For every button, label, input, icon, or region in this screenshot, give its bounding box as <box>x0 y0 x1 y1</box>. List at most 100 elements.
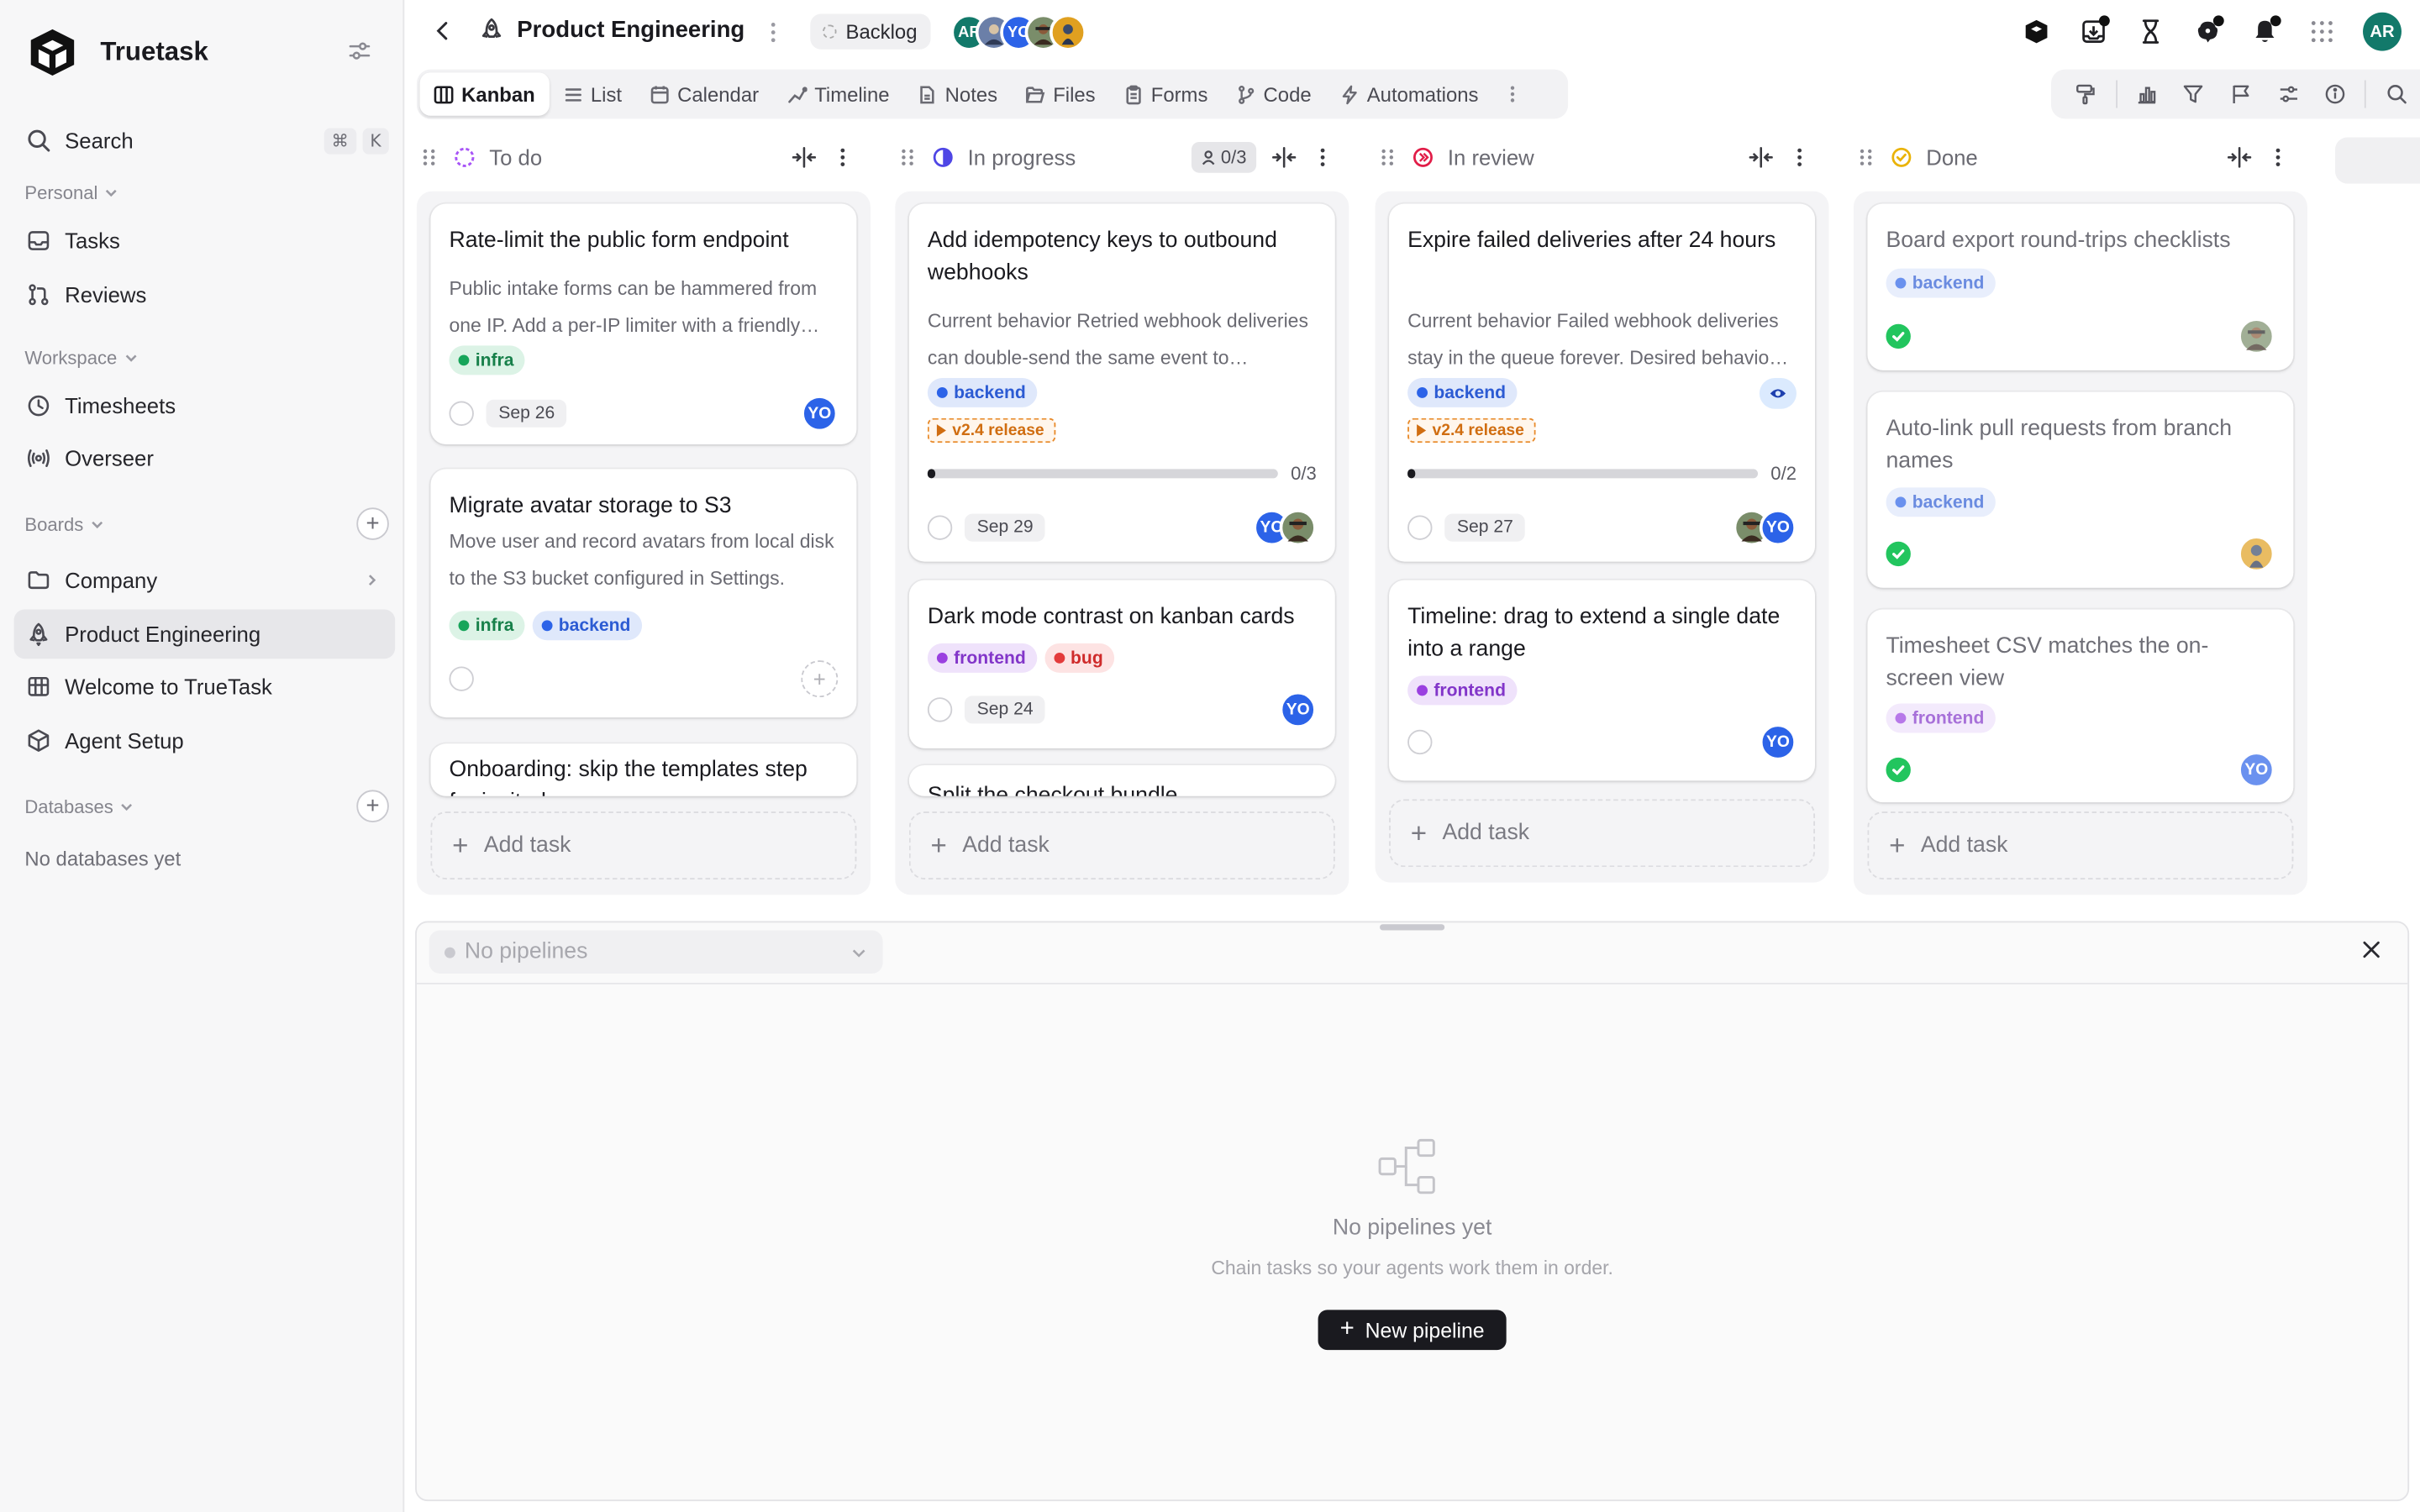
notifications-button[interactable] <box>2236 13 2293 50</box>
sidebar-item-tasks[interactable]: Tasks <box>14 216 396 265</box>
assistant-button[interactable] <box>2179 13 2236 50</box>
chevron-right-icon[interactable] <box>364 572 379 587</box>
view-settings-button[interactable] <box>2265 76 2312 113</box>
tag-frontend[interactable]: frontend <box>1886 703 1996 733</box>
sidebar-item-company[interactable]: Company <box>14 555 396 605</box>
assignee-avatar[interactable]: YO <box>2238 751 2275 789</box>
complete-checkbox[interactable] <box>449 401 474 426</box>
section-databases[interactable]: Databases <box>24 796 134 817</box>
new-pipeline-button[interactable]: + New pipeline <box>1318 1310 1507 1351</box>
section-personal[interactable]: Personal <box>24 182 119 203</box>
complete-checkbox[interactable] <box>449 666 474 691</box>
sidebar-search[interactable]: Search ⌘ K <box>14 116 396 165</box>
wip-limit-badge[interactable]: 0/3 <box>1191 141 1256 173</box>
info-button[interactable] <box>2312 76 2359 113</box>
task-card[interactable]: Add idempotency keys to outbound webhook… <box>908 203 1335 562</box>
due-date[interactable]: Sep 26 <box>486 399 567 428</box>
tag-infra[interactable]: infra <box>449 345 525 375</box>
tag-bug[interactable]: bug <box>1044 643 1114 673</box>
add-column-placeholder[interactable] <box>2334 137 2420 184</box>
tab-automations[interactable]: Automations <box>1325 72 1492 115</box>
more-vertical-icon[interactable] <box>2267 146 2289 168</box>
task-card[interactable]: Onboarding: skip the templates step for … <box>430 743 857 796</box>
tab-list[interactable]: List <box>549 72 635 115</box>
sliders-icon[interactable] <box>345 37 373 65</box>
complete-checkbox[interactable] <box>927 697 953 722</box>
tag-backend[interactable]: backend <box>1407 378 1517 407</box>
more-vertical-icon[interactable] <box>1502 83 1523 105</box>
section-workspace[interactable]: Workspace <box>24 347 139 369</box>
task-card[interactable]: Split the checkout bundle <box>908 765 1335 796</box>
add-task-button[interactable]: + Add task <box>430 811 857 879</box>
tag-backend[interactable]: backend <box>927 378 1037 407</box>
brand[interactable]: Truetask <box>26 26 208 78</box>
assignee-avatar[interactable]: YO <box>1759 509 1797 547</box>
panel-resize-handle[interactable] <box>1380 924 1445 931</box>
completed-checkbox[interactable] <box>1886 541 1911 567</box>
section-boards[interactable]: Boards <box>24 514 105 535</box>
complete-checkbox[interactable] <box>1407 729 1433 755</box>
back-arrow-icon[interactable] <box>429 17 457 45</box>
complete-checkbox[interactable] <box>1407 515 1433 540</box>
tab-calendar[interactable]: Calendar <box>636 72 773 115</box>
tab-kanban[interactable]: Kanban <box>419 72 550 116</box>
drag-handle-icon[interactable] <box>1857 146 1876 168</box>
close-icon[interactable] <box>2361 940 2381 960</box>
more-vertical-icon[interactable] <box>762 18 784 46</box>
tag-backend[interactable]: backend <box>532 611 642 641</box>
collapse-column-icon[interactable] <box>1271 146 1296 168</box>
release-milestone-badge[interactable]: v2.4 release <box>1407 417 1535 444</box>
sidebar-item-product-engineering[interactable]: Product Engineering <box>13 609 396 659</box>
sidebar-item-overseer[interactable]: Overseer <box>14 433 396 483</box>
tag-backend[interactable]: backend <box>1886 268 1996 298</box>
inbox-button[interactable] <box>2065 13 2123 50</box>
backlog-button[interactable]: Backlog <box>810 13 932 50</box>
due-date[interactable]: Sep 29 <box>964 513 1046 542</box>
presence-avatar-photo[interactable] <box>1049 13 1087 51</box>
tab-forms[interactable]: Forms <box>1109 72 1222 115</box>
watching-badge[interactable] <box>1759 378 1797 409</box>
assignee-avatar-photo[interactable] <box>2238 535 2275 573</box>
more-vertical-icon[interactable] <box>1789 146 1811 168</box>
agents-button[interactable] <box>2008 13 2065 50</box>
tab-files[interactable]: Files <box>1012 72 1110 115</box>
collapse-column-icon[interactable] <box>792 146 817 168</box>
tab-timeline[interactable]: Timeline <box>773 72 903 115</box>
complete-checkbox[interactable] <box>927 515 953 540</box>
tag-frontend[interactable]: frontend <box>1407 675 1517 706</box>
assignee-avatar-photo[interactable] <box>1279 509 1317 547</box>
due-date[interactable]: Sep 24 <box>964 696 1046 724</box>
drag-handle-icon[interactable] <box>420 146 439 168</box>
more-vertical-icon[interactable] <box>1312 146 1334 168</box>
add-task-button[interactable]: + Add task <box>1389 799 1816 868</box>
add-task-button[interactable]: + Add task <box>1867 811 2294 879</box>
timer-button[interactable] <box>2123 13 2180 50</box>
sidebar-item-timesheets[interactable]: Timesheets <box>14 381 396 431</box>
task-card[interactable]: Expire failed deliveries after 24 hours … <box>1389 203 1816 562</box>
tag-infra[interactable]: infra <box>449 611 525 641</box>
apps-button[interactable] <box>2293 13 2350 50</box>
completed-checkbox[interactable] <box>1886 323 1911 349</box>
tag-backend[interactable]: backend <box>1886 487 1996 517</box>
pipeline-select[interactable]: No pipelines <box>429 930 883 974</box>
sidebar-item-welcome-to-truetask[interactable]: Welcome to TrueTask <box>14 662 396 711</box>
sidebar-item-reviews[interactable]: Reviews <box>14 270 396 319</box>
add-board-button[interactable]: + <box>356 507 389 540</box>
tab-notes[interactable]: Notes <box>903 72 1012 115</box>
board-search-button[interactable] <box>2373 76 2420 113</box>
task-card[interactable]: Auto-link pull requests from branch name… <box>1867 391 2294 588</box>
sidebar-item-agent-setup[interactable]: Agent Setup <box>14 716 396 765</box>
add-database-button[interactable]: + <box>356 790 389 822</box>
add-assignee-icon[interactable]: + <box>801 660 839 698</box>
task-card[interactable]: Timeline: drag to extend a single date i… <box>1389 580 1816 781</box>
insights-button[interactable] <box>2123 76 2170 113</box>
task-card[interactable]: Dark mode contrast on kanban cards front… <box>908 580 1335 748</box>
priority-button[interactable] <box>2217 76 2265 113</box>
task-card[interactable]: Migrate avatar storage to S3 Move user a… <box>430 469 857 718</box>
more-vertical-icon[interactable] <box>832 146 854 168</box>
add-task-button[interactable]: + Add task <box>908 811 1335 879</box>
drag-handle-icon[interactable] <box>898 146 917 168</box>
task-card[interactable]: Board export round-trips checklists back… <box>1867 203 2294 370</box>
collapse-column-icon[interactable] <box>1749 146 1773 168</box>
drag-handle-icon[interactable] <box>1378 146 1397 168</box>
